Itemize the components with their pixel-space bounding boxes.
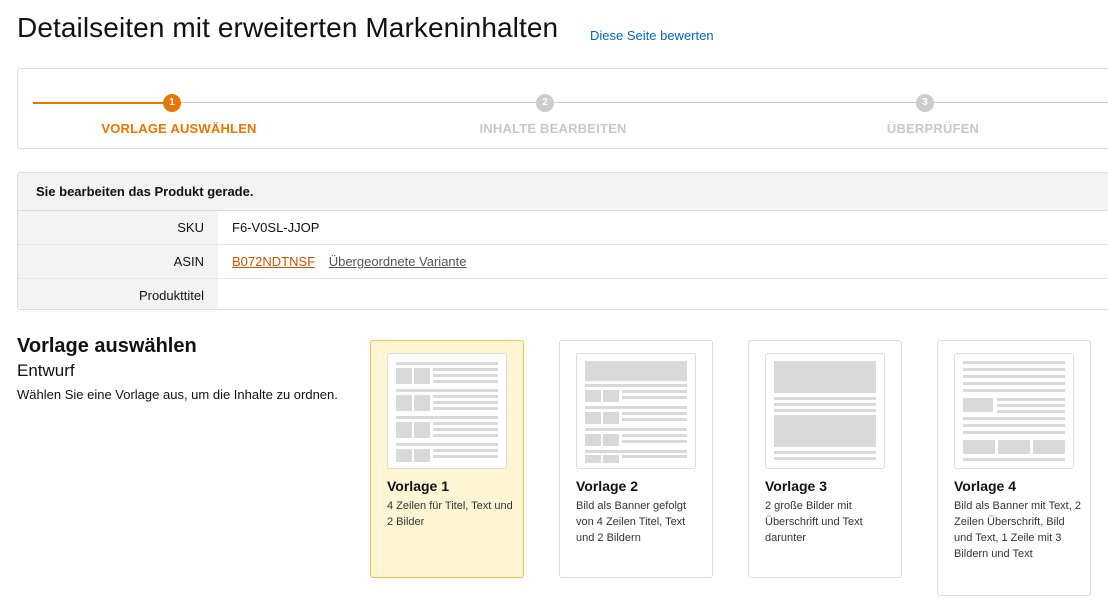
asin-label: ASIN (18, 245, 218, 278)
template-2-thumbnail (576, 353, 696, 469)
step-2-badge: 2 (536, 94, 554, 112)
product-title-value (218, 279, 232, 309)
step-3-badge: 3 (916, 94, 934, 112)
step-2-label: INHALTE BEARBEITEN (479, 121, 627, 136)
product-row-sku: SKU F6-V0SL-JJOP (18, 211, 1108, 245)
template-3-title: Vorlage 3 (765, 478, 827, 494)
template-3-description: 2 große Bilder mit Überschrift und Text … (765, 500, 863, 544)
step-connector (181, 102, 1108, 103)
template-1-thumbnail (387, 353, 507, 469)
step-1-badge: 1 (163, 94, 181, 112)
progress-stepper: 1 VORLAGE AUSWÄHLEN 2 INHALTE BEARBEITEN… (17, 68, 1108, 149)
step-3-label: ÜBERPRÜFEN (886, 121, 980, 136)
step-connector-done (33, 102, 173, 104)
template-card-4[interactable]: Vorlage 4 Bild als Banner mit Text, 2 Ze… (937, 340, 1091, 596)
page-title: Detailseiten mit erweiterten Markeninhal… (17, 12, 559, 43)
product-row-asin: ASIN B072NDTNSF Übergeordnete Variante (18, 245, 1108, 279)
product-title-label: Produkttitel (18, 279, 218, 309)
template-section-subtitle: Entwurf (17, 361, 75, 380)
template-4-description: Bild als Banner mit Text, 2 Zeilen Übers… (954, 500, 1081, 560)
template-card-2[interactable]: Vorlage 2 Bild als Banner gefolgt von 4 … (559, 340, 713, 578)
template-4-title: Vorlage 4 (954, 478, 1016, 494)
sku-value: F6-V0SL-JJOP (232, 220, 320, 235)
template-1-title: Vorlage 1 (387, 478, 449, 494)
product-row-title: Produkttitel (18, 279, 1108, 309)
template-3-thumbnail (765, 353, 885, 469)
template-1-description: 4 Zeilen für Titel, Text und 2 Bilder (387, 500, 513, 528)
step-1-label: VORLAGE AUSWÄHLEN (101, 121, 257, 136)
product-info-heading: Sie bearbeiten das Produkt gerade. (18, 173, 1108, 211)
template-2-title: Vorlage 2 (576, 478, 638, 494)
template-card-1[interactable]: Vorlage 1 4 Zeilen für Titel, Text und 2… (370, 340, 524, 578)
parent-variant-link[interactable]: Übergeordnete Variante (329, 254, 467, 269)
rate-page-link[interactable]: Diese Seite bewerten (590, 28, 714, 43)
asin-link[interactable]: B072NDTNSF (232, 254, 315, 269)
template-card-3[interactable]: Vorlage 3 2 große Bilder mit Überschrift… (748, 340, 902, 578)
template-4-thumbnail (954, 353, 1074, 469)
template-section-description: Wählen Sie eine Vorlage aus, um die Inha… (17, 387, 338, 402)
product-info-panel: Sie bearbeiten das Produkt gerade. SKU F… (17, 172, 1108, 310)
template-section-title: Vorlage auswählen (17, 335, 197, 357)
asin-value-cell: B072NDTNSF Übergeordnete Variante (218, 245, 467, 278)
template-2-description: Bild als Banner gefolgt von 4 Zeilen Tit… (576, 500, 687, 544)
sku-label: SKU (18, 211, 218, 244)
